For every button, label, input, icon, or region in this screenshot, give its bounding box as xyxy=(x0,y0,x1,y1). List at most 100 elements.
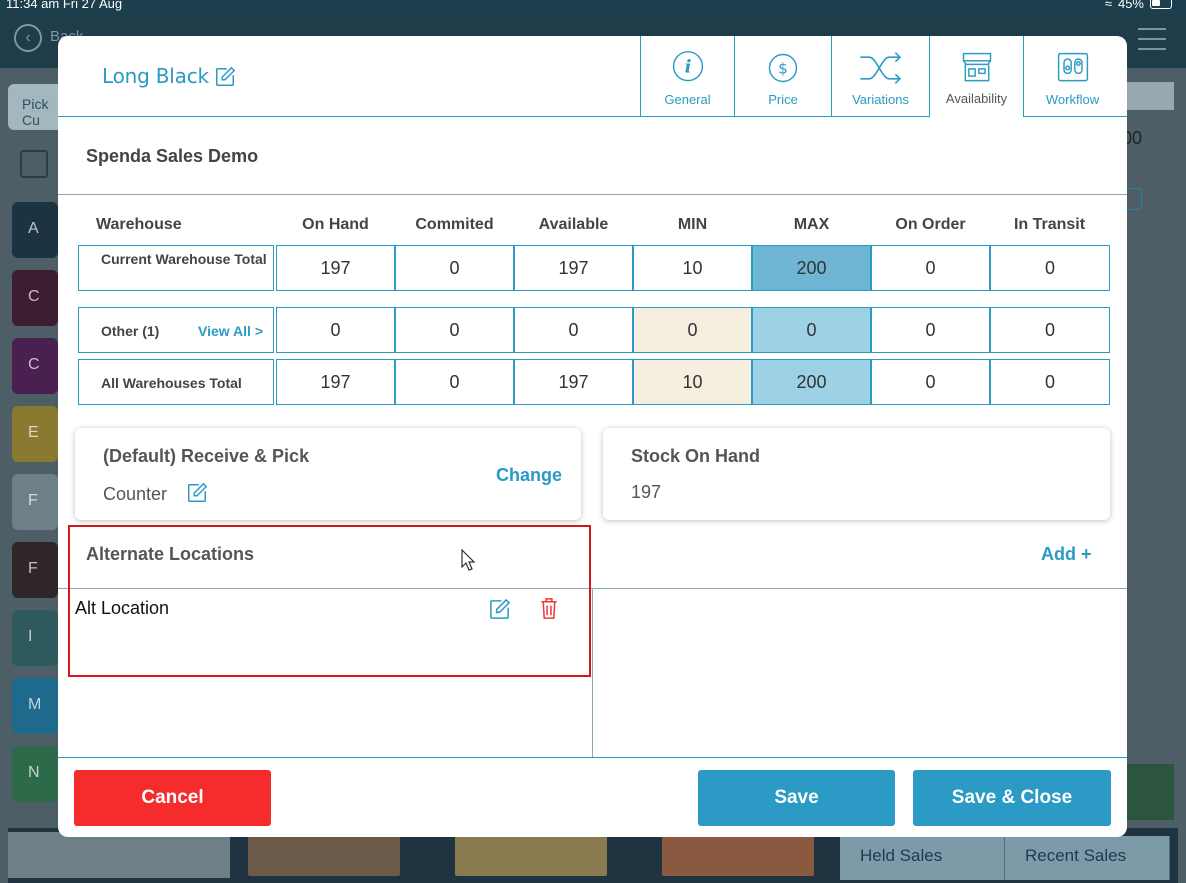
sales-tabs: Held Sales Recent Sales xyxy=(840,836,1170,880)
column-header: On Hand xyxy=(302,216,369,233)
highlight-box xyxy=(68,525,591,677)
save-button[interactable]: Save xyxy=(698,770,895,826)
available-cell: 0 xyxy=(514,307,633,353)
tab-label: Variations xyxy=(852,92,909,107)
svg-text:$: $ xyxy=(778,59,788,77)
tab-label: General xyxy=(664,92,711,107)
min-cell: 0 xyxy=(633,307,752,353)
stock-table-header: Warehouse On Hand Commited Available MIN… xyxy=(78,216,1110,236)
product-image[interactable] xyxy=(455,836,607,876)
cursor-icon xyxy=(461,549,475,571)
recent-sales-tab[interactable]: Recent Sales xyxy=(1005,836,1170,880)
receive-pick-card: (Default) Receive & Pick Counter Change xyxy=(75,428,581,520)
modal-header: Long Black i General $ Price Variations … xyxy=(58,36,1127,118)
tab-workflow[interactable]: Workflow xyxy=(1023,36,1121,117)
divider xyxy=(592,589,593,757)
workflow-icon xyxy=(1057,52,1088,82)
back-icon[interactable]: ‹ xyxy=(14,24,42,52)
category-tile[interactable]: I xyxy=(12,610,58,666)
stock-on-hand-title: Stock On Hand xyxy=(631,446,761,466)
row-label-text: Other (1) xyxy=(101,323,160,339)
column-header: MIN xyxy=(677,216,708,233)
category-tile[interactable]: E xyxy=(12,406,58,462)
stock-row-current: Current Warehouse Total 197 0 197 10 200… xyxy=(78,245,1110,291)
tab-availability[interactable]: Availability xyxy=(929,36,1023,118)
on-hand-cell: 197 xyxy=(276,359,395,405)
stock-row-all: All Warehouses Total 197 0 197 10 200 0 … xyxy=(78,359,1110,405)
column-header: On Order xyxy=(895,216,966,233)
view-all-link[interactable]: View All > xyxy=(198,323,263,339)
tab-label: Workflow xyxy=(1045,92,1100,107)
battery-level: 45% xyxy=(1117,0,1144,11)
wifi-icon: ≈ xyxy=(1104,0,1112,11)
stock-on-hand-value: 197 xyxy=(631,482,662,502)
available-cell: 197 xyxy=(514,359,633,405)
category-tile[interactable]: C xyxy=(12,338,58,394)
max-cell: 0 xyxy=(752,307,871,353)
edit-icon[interactable] xyxy=(186,482,208,504)
column-header: In Transit xyxy=(1013,216,1086,233)
column-header: Warehouse xyxy=(96,216,182,233)
row-label: Current Warehouse Total xyxy=(78,245,274,291)
save-close-button[interactable]: Save & Close xyxy=(913,770,1111,826)
tab-bar: i General $ Price Variations Availabilit… xyxy=(640,36,1121,118)
column-header: Available xyxy=(538,216,609,233)
dollar-icon: $ xyxy=(768,53,798,83)
svg-text:i: i xyxy=(684,57,691,78)
filter-icon[interactable] xyxy=(1138,28,1166,52)
edit-icon[interactable] xyxy=(214,66,236,88)
max-cell: 200 xyxy=(752,359,871,405)
max-field[interactable]: 200 xyxy=(752,245,871,291)
location-name: Counter xyxy=(103,484,168,504)
category-tile[interactable]: N xyxy=(12,746,58,802)
category-tile[interactable]: M xyxy=(12,678,58,734)
held-sales-tab[interactable]: Held Sales xyxy=(840,836,1005,880)
on-hand-cell: 0 xyxy=(276,307,395,353)
product-image[interactable] xyxy=(662,836,814,876)
tab-general[interactable]: i General xyxy=(640,36,734,117)
committed-cell: 0 xyxy=(395,307,514,353)
tab-price[interactable]: $ Price xyxy=(734,36,831,117)
shuffle-icon xyxy=(859,52,901,84)
store-icon xyxy=(962,52,991,82)
status-time: 11:34 am Fri 27 Aug xyxy=(6,0,123,11)
stock-row-other: Other (1) View All > 0 0 0 0 0 0 0 xyxy=(78,307,1110,353)
divider xyxy=(58,194,1127,195)
category-tile[interactable]: F xyxy=(12,542,58,598)
change-link[interactable]: Change xyxy=(496,465,562,486)
column-header: Commited xyxy=(415,216,494,233)
category-tile[interactable]: F xyxy=(12,474,58,530)
category-tile[interactable]: A xyxy=(12,202,58,258)
on-hand-cell: 197 xyxy=(276,245,395,291)
receive-pick-title: (Default) Receive & Pick xyxy=(103,446,310,466)
info-icon: i xyxy=(672,51,703,82)
tab-label: Price xyxy=(768,92,798,107)
product-modal: Long Black i General $ Price Variations … xyxy=(58,36,1127,837)
on-order-cell: 0 xyxy=(871,307,990,353)
stock-on-hand-card: Stock On Hand 197 xyxy=(603,428,1110,520)
category-tile[interactable]: C xyxy=(12,270,58,326)
available-cell: 197 xyxy=(514,245,633,291)
min-field[interactable]: 10 xyxy=(633,245,752,291)
min-cell: 10 xyxy=(633,359,752,405)
committed-cell: 0 xyxy=(395,359,514,405)
battery-indicator: ≈ 45% xyxy=(1105,0,1172,11)
in-transit-cell: 0 xyxy=(990,245,1110,291)
tab-label: Availability xyxy=(945,91,1008,106)
in-transit-cell: 0 xyxy=(990,359,1110,405)
add-location-link[interactable]: Add + xyxy=(1041,544,1092,565)
divider xyxy=(58,757,1127,758)
category-sidebar: ACCEFFIMN xyxy=(8,68,58,828)
in-transit-cell: 0 xyxy=(990,307,1110,353)
bottom-toolbar xyxy=(8,832,230,878)
committed-cell: 0 xyxy=(395,245,514,291)
product-image[interactable] xyxy=(248,836,400,876)
on-order-cell: 0 xyxy=(871,359,990,405)
column-header: MAX xyxy=(793,216,830,233)
battery-icon xyxy=(1150,0,1172,9)
tab-variations[interactable]: Variations xyxy=(831,36,929,117)
status-bar: 11:34 am Fri 27 Aug ≈ 45% xyxy=(0,0,1186,14)
product-title: Long Black xyxy=(102,64,209,88)
cancel-button[interactable]: Cancel xyxy=(74,770,271,826)
row-label: Other (1) View All > xyxy=(78,307,274,353)
